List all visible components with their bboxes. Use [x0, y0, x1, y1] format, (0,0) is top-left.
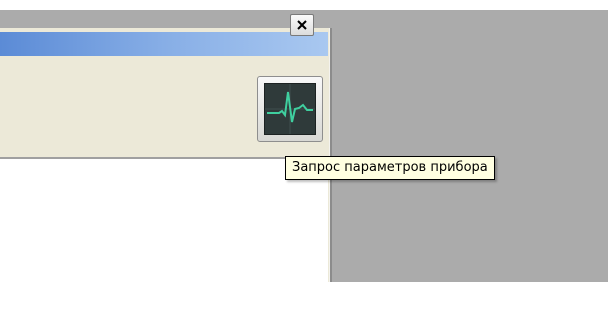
- window-titlebar[interactable]: [0, 32, 328, 56]
- close-button[interactable]: [290, 14, 314, 36]
- window-edge: [329, 28, 330, 282]
- dialog-window: [0, 28, 332, 310]
- pulse-graphic: [265, 84, 315, 134]
- tooltip: Запрос параметров прибора: [285, 156, 495, 180]
- device-params-button[interactable]: [257, 76, 323, 142]
- content-area: [0, 159, 328, 310]
- heartbeat-monitor-icon: [264, 83, 316, 135]
- close-icon: [296, 16, 308, 35]
